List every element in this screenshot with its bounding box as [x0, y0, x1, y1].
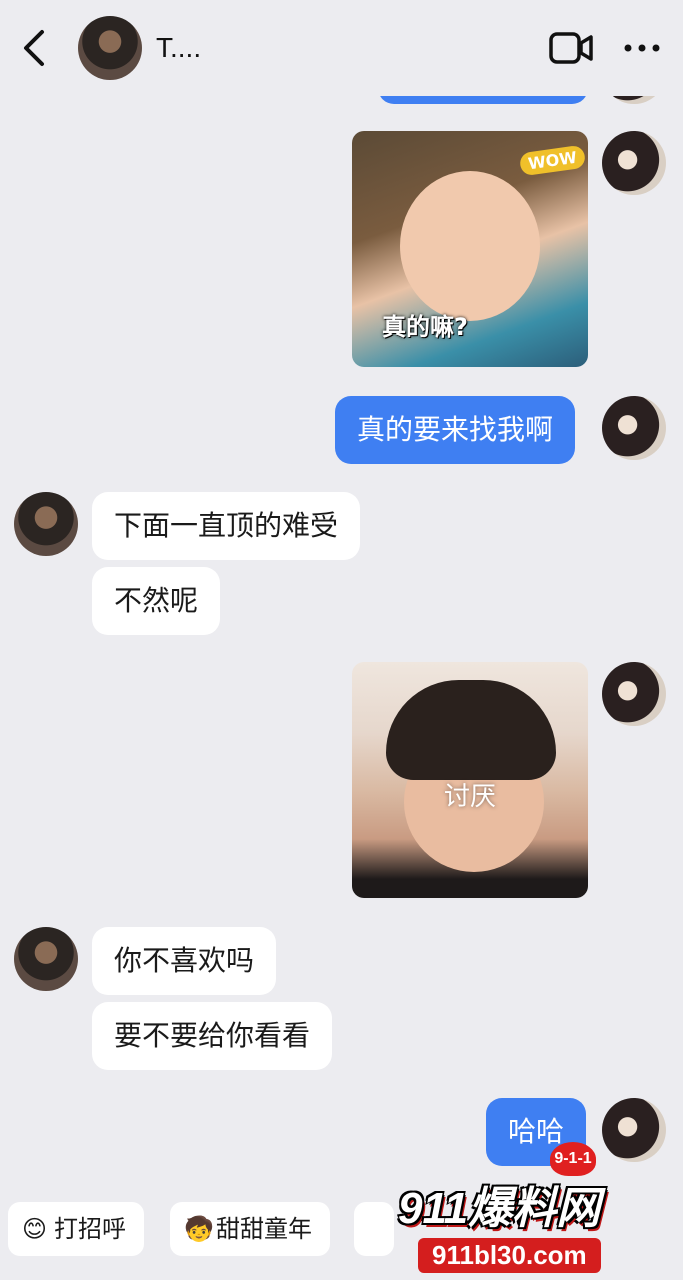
sticker-hair [386, 680, 556, 780]
message-bubble-incoming[interactable]: 不然呢 [92, 567, 221, 635]
self-avatar[interactable] [602, 662, 666, 726]
quick-reply-chip[interactable]: 🧒甜甜童年 [170, 1202, 330, 1256]
sticker-caption: 讨厌 [443, 782, 496, 812]
contact-avatar[interactable] [14, 492, 78, 556]
quick-reply-label: 甜甜童年 [216, 1215, 312, 1243]
back-arrow-icon[interactable] [18, 26, 52, 70]
contact-name[interactable]: T.... [156, 30, 201, 66]
self-avatar[interactable] [602, 396, 666, 460]
chat-header: T.... [0, 0, 683, 96]
quick-reply-label: 打招呼 [54, 1215, 126, 1243]
sticker-caption: 真的嘛? [382, 313, 468, 341]
message-bubble-incoming[interactable]: 要不要给你看看 [92, 1002, 333, 1070]
sticker-image[interactable]: WOW 真的嘛? [352, 131, 588, 367]
sticker-image[interactable]: 讨厌 [352, 662, 588, 898]
more-options-icon[interactable] [622, 38, 662, 58]
watermark-badge: 9-1-1 [550, 1142, 596, 1176]
message-bubble-incoming[interactable]: 你不喜欢吗 [92, 927, 277, 995]
message-bubble-outgoing[interactable]: 真的要来找我啊 [335, 396, 576, 464]
kid-emoji-icon: 🧒 [184, 1215, 214, 1243]
watermark-logo: 9-1-1 911爆料网 911bl30.com [370, 1142, 670, 1280]
video-call-icon[interactable] [548, 30, 594, 66]
quick-reply-chip[interactable]: 😊 打招呼 [8, 1202, 144, 1256]
smile-emoji-icon: 😊 [22, 1215, 48, 1243]
watermark-url: 911bl30.com [418, 1238, 601, 1273]
sticker-face [400, 171, 540, 321]
message-bubble-incoming[interactable]: 下面一直顶的难受 [92, 492, 361, 560]
sticker-wow-label: WOW [518, 144, 587, 177]
self-avatar[interactable] [602, 131, 666, 195]
contact-avatar[interactable] [14, 927, 78, 991]
contact-avatar[interactable] [78, 16, 142, 80]
watermark-title: 911爆料网 [398, 1184, 601, 1233]
